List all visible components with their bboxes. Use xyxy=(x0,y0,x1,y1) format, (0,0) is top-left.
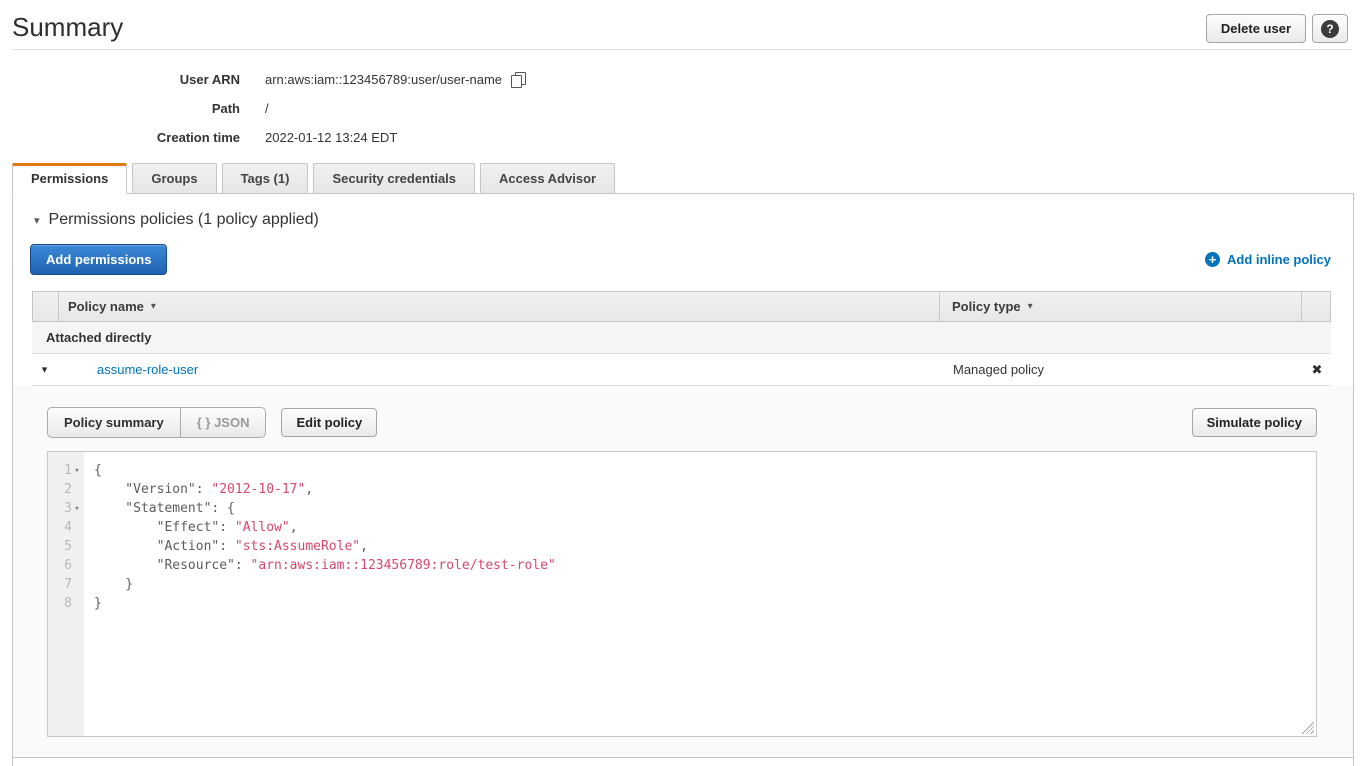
sort-caret-icon: ▾ xyxy=(151,301,156,312)
code-line: "Effect": "Allow", xyxy=(94,518,1316,537)
code-line: { xyxy=(94,461,1316,480)
editor-code[interactable]: { "Version": "2012-10-17", "Statement": … xyxy=(84,452,1316,736)
code-line: } xyxy=(94,594,1316,613)
permissions-policies-section-toggle[interactable]: ▾ Permissions policies (1 policy applied… xyxy=(13,194,1353,229)
policy-name-link[interactable]: assume-role-user xyxy=(67,362,198,377)
gutter-line-number: 8 xyxy=(48,594,84,613)
code-line: "Action": "sts:AssumeRole", xyxy=(94,537,1316,556)
expand-column-header xyxy=(33,292,59,321)
policy-type-cell: Managed policy xyxy=(940,362,1302,377)
policies-table-header: Policy name ▾ Policy type ▾ xyxy=(32,291,1331,322)
code-line: "Version": "2012-10-17", xyxy=(94,480,1316,499)
permissions-tab-panel: ▾ Permissions policies (1 policy applied… xyxy=(12,194,1354,766)
fold-caret-icon[interactable]: ▾ xyxy=(72,462,82,481)
copy-icon[interactable] xyxy=(511,72,526,87)
creation-time-value: 2022-01-12 13:24 EDT xyxy=(265,130,397,145)
simulate-policy-button[interactable]: Simulate policy xyxy=(1192,408,1317,437)
permissions-actions-row: Add permissions + Add inline policy xyxy=(30,244,1331,275)
plus-circle-icon: + xyxy=(1205,252,1220,267)
policy-name-column-header[interactable]: Policy name ▾ xyxy=(59,292,939,321)
gutter-line-number: 7 xyxy=(48,575,84,594)
creation-time-row: Creation time 2022-01-12 13:24 EDT xyxy=(0,130,1362,145)
policy-detail-expanded-section: Policy summary { } JSON Edit policy Simu… xyxy=(13,386,1353,758)
sort-caret-icon: ▾ xyxy=(1028,301,1033,312)
tab-permissions[interactable]: Permissions xyxy=(12,163,127,194)
gutter-line-number: 5 xyxy=(48,537,84,556)
tab-tags[interactable]: Tags (1) xyxy=(222,163,309,194)
fold-caret-icon[interactable]: ▾ xyxy=(72,500,82,519)
policy-detail-toolbar: Policy summary { } JSON Edit policy Simu… xyxy=(47,407,1317,438)
header-buttons: Delete user ? xyxy=(1206,12,1348,43)
policy-table-row: ▾ assume-role-user Managed policy ✖ xyxy=(32,354,1331,386)
page-header: Summary Delete user ? xyxy=(0,0,1362,43)
user-arn-row: User ARN arn:aws:iam::123456789:user/use… xyxy=(0,72,1362,87)
gutter-line-number: 4 xyxy=(48,518,84,537)
tab-security-credentials[interactable]: Security credentials xyxy=(313,163,475,194)
actions-column-header xyxy=(1301,292,1330,321)
code-line: "Resource": "arn:aws:iam::123456789:role… xyxy=(94,556,1316,575)
iam-user-summary-page: Summary Delete user ? User ARN arn:aws:i… xyxy=(0,0,1362,766)
user-arn-value: arn:aws:iam::123456789:user/user-name xyxy=(265,72,502,87)
path-value: / xyxy=(265,101,269,116)
path-row: Path / xyxy=(0,101,1362,116)
remove-policy-icon[interactable]: ✖ xyxy=(1312,362,1323,378)
add-inline-policy-link[interactable]: + Add inline policy xyxy=(1205,252,1331,267)
tab-access-advisor[interactable]: Access Advisor xyxy=(480,163,615,194)
policy-summary-button[interactable]: Policy summary xyxy=(47,407,181,438)
add-inline-policy-label: Add inline policy xyxy=(1227,252,1331,267)
code-line: "Statement": { xyxy=(94,499,1316,518)
json-policy-editor[interactable]: 1▾23▾45678 { "Version": "2012-10-17", "S… xyxy=(47,451,1317,737)
json-view-button[interactable]: { } JSON xyxy=(180,407,267,438)
help-icon: ? xyxy=(1321,20,1339,38)
help-button[interactable]: ? xyxy=(1312,14,1348,43)
gutter-line-number: 2 xyxy=(48,480,84,499)
tab-groups[interactable]: Groups xyxy=(132,163,216,194)
add-permissions-button[interactable]: Add permissions xyxy=(30,244,167,275)
code-line: } xyxy=(94,575,1316,594)
user-arn-label: User ARN xyxy=(0,72,240,87)
permissions-policies-heading: Permissions policies (1 policy applied) xyxy=(49,211,319,229)
braces-icon: { } xyxy=(197,415,211,430)
path-label: Path xyxy=(0,101,240,116)
tab-bar: Permissions Groups Tags (1) Security cre… xyxy=(12,163,1354,194)
gutter-line-number: 1▾ xyxy=(48,461,84,480)
attached-directly-group-row: Attached directly xyxy=(32,322,1331,354)
editor-gutter: 1▾23▾45678 xyxy=(48,452,84,736)
section-collapse-caret-icon: ▾ xyxy=(34,214,40,227)
edit-policy-button[interactable]: Edit policy xyxy=(281,408,377,437)
gutter-line-number: 3▾ xyxy=(48,499,84,518)
creation-time-label: Creation time xyxy=(0,130,240,145)
page-title: Summary xyxy=(12,12,123,42)
row-expand-caret-icon[interactable]: ▾ xyxy=(42,363,48,376)
user-info-section: User ARN arn:aws:iam::123456789:user/use… xyxy=(0,50,1362,163)
policy-view-segmented-control: Policy summary { } JSON xyxy=(47,407,266,438)
policies-table: Policy name ▾ Policy type ▾ Attached dir… xyxy=(32,291,1331,386)
delete-user-button[interactable]: Delete user xyxy=(1206,14,1306,43)
policy-type-column-header[interactable]: Policy type ▾ xyxy=(939,292,1301,321)
gutter-line-number: 6 xyxy=(48,556,84,575)
